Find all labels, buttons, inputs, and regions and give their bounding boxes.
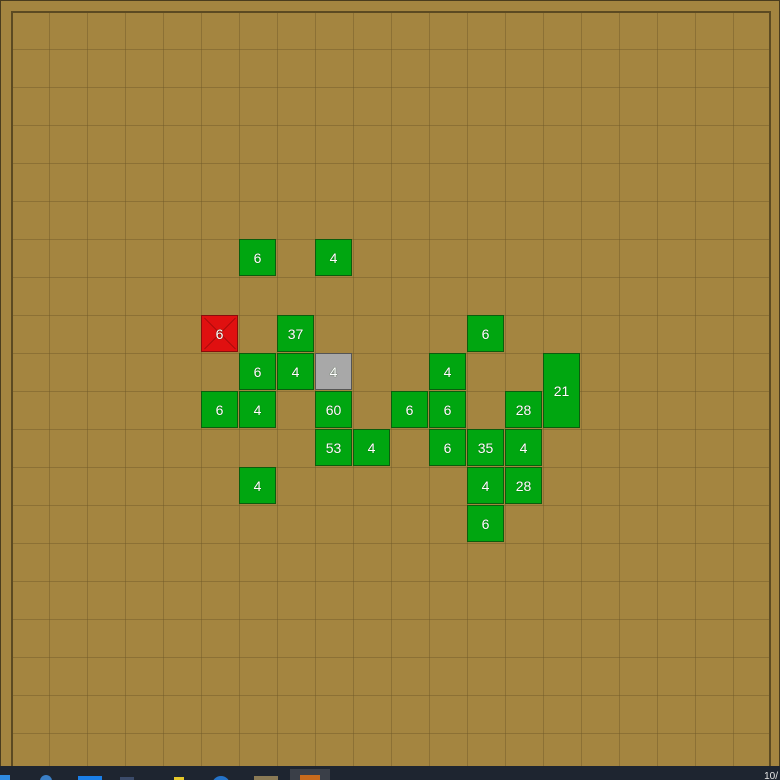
- revealed-tile[interactable]: 28: [505, 391, 542, 428]
- revealed-tile[interactable]: 21: [543, 353, 580, 428]
- revealed-tile[interactable]: 60: [315, 391, 352, 428]
- revealed-tile[interactable]: 6: [239, 239, 276, 276]
- tile-label: 4: [519, 439, 528, 456]
- selected-tile[interactable]: 4: [315, 353, 352, 390]
- tile-label: 4: [367, 439, 376, 456]
- start-icon[interactable]: [0, 775, 10, 780]
- taskbar: 10/: [0, 766, 780, 780]
- tile-label: 6: [405, 401, 414, 418]
- revealed-tile[interactable]: 6: [239, 353, 276, 390]
- edge-icon[interactable]: [40, 775, 52, 780]
- tile-label: 37: [287, 325, 304, 342]
- tile-label: 6: [215, 325, 224, 342]
- tile-label: 6: [481, 515, 490, 532]
- tile-label: 6: [253, 363, 262, 380]
- tile-label: 53: [325, 439, 342, 456]
- revealed-tile[interactable]: 4: [239, 467, 276, 504]
- revealed-tile[interactable]: 4: [277, 353, 314, 390]
- tile-label: 4: [443, 363, 452, 380]
- revealed-tile[interactable]: 6: [429, 429, 466, 466]
- tile-label: 35: [477, 439, 494, 456]
- tile-label: 28: [515, 401, 532, 418]
- browser-icon[interactable]: [212, 776, 230, 780]
- tile-layer: 6 4 6 37 6 6 4 4 4 21 6 4 60 6 6 28 53 4 6 35 4 4 4 28 6: [0, 0, 780, 766]
- tile-label: 21: [553, 382, 570, 399]
- tile-label: 4: [291, 363, 300, 380]
- tile-label: 6: [215, 401, 224, 418]
- tile-label: 4: [329, 249, 338, 266]
- revealed-tile[interactable]: 6: [391, 391, 428, 428]
- tile-label: 4: [253, 477, 262, 494]
- tile-label: 4: [253, 401, 262, 418]
- revealed-tile[interactable]: 6: [429, 391, 466, 428]
- revealed-tile[interactable]: 53: [315, 429, 352, 466]
- revealed-tile[interactable]: 37: [277, 315, 314, 352]
- tile-label: 6: [443, 401, 452, 418]
- game-icon[interactable]: [290, 769, 330, 780]
- tile-label: 60: [325, 401, 342, 418]
- tile-label: 6: [253, 249, 262, 266]
- revealed-tile[interactable]: 6: [201, 391, 238, 428]
- revealed-tile[interactable]: 4: [429, 353, 466, 390]
- tile-label: 4: [329, 363, 338, 380]
- revealed-tile[interactable]: 4: [239, 391, 276, 428]
- app-icon[interactable]: [254, 776, 278, 780]
- revealed-tile[interactable]: 4: [505, 429, 542, 466]
- revealed-tile[interactable]: 6: [467, 505, 504, 542]
- revealed-tile[interactable]: 6: [467, 315, 504, 352]
- revealed-tile[interactable]: 35: [467, 429, 504, 466]
- revealed-tile[interactable]: 28: [505, 467, 542, 504]
- taskbar-clock[interactable]: 10/: [764, 772, 778, 780]
- revealed-tile[interactable]: 4: [353, 429, 390, 466]
- tile-label: 28: [515, 477, 532, 494]
- tile-label: 6: [443, 439, 452, 456]
- tile-label: 6: [481, 325, 490, 342]
- flagged-tile[interactable]: 6: [201, 315, 238, 352]
- explorer-icon[interactable]: [78, 776, 102, 780]
- revealed-tile[interactable]: 4: [315, 239, 352, 276]
- tile-label: 4: [481, 477, 490, 494]
- revealed-tile[interactable]: 4: [467, 467, 504, 504]
